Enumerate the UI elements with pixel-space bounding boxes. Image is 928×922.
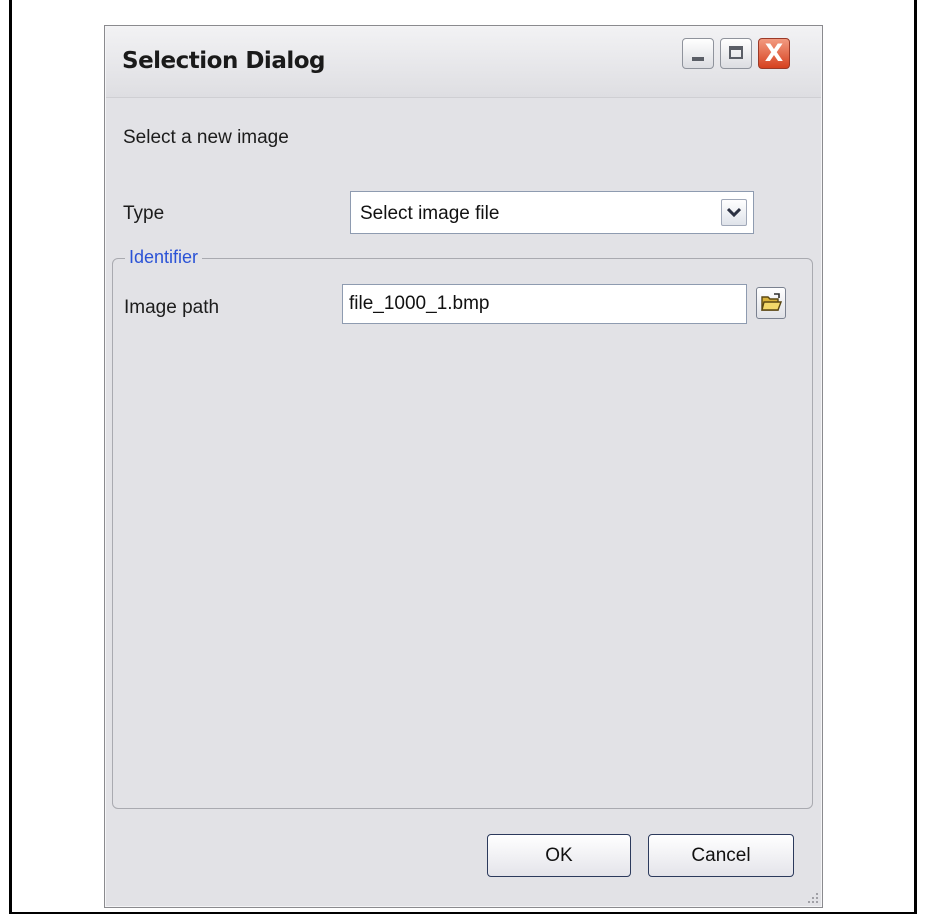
dropdown-arrow-button[interactable] <box>721 199 747 226</box>
maximize-icon <box>729 46 743 59</box>
type-selected-value: Select image file <box>360 203 500 224</box>
cancel-button[interactable]: Cancel <box>648 834 794 877</box>
minimize-button[interactable] <box>682 38 714 69</box>
resize-grip-icon[interactable] <box>805 890 819 904</box>
instruction-text: Select a new image <box>123 127 289 148</box>
maximize-button[interactable] <box>720 38 752 69</box>
selection-dialog-window: Selection Dialog X Select a new image Ty… <box>104 25 823 908</box>
close-button[interactable]: X <box>758 38 790 69</box>
window-title: Selection Dialog <box>122 48 326 74</box>
open-folder-icon <box>761 293 782 311</box>
image-path-label: Image path <box>124 297 220 318</box>
image-path-input[interactable] <box>342 284 747 324</box>
title-bar[interactable]: Selection Dialog X <box>106 27 821 98</box>
chevron-down-icon <box>727 207 741 218</box>
close-icon: X <box>764 39 784 67</box>
type-label: Type <box>123 203 165 224</box>
ok-button[interactable]: OK <box>487 834 631 877</box>
identifier-group-title: Identifier <box>125 247 203 268</box>
type-dropdown[interactable]: Select image file <box>350 191 754 234</box>
identifier-groupbox: Identifier Image path <box>112 247 813 809</box>
minimize-icon <box>692 57 704 61</box>
browse-folder-button[interactable] <box>756 287 786 319</box>
